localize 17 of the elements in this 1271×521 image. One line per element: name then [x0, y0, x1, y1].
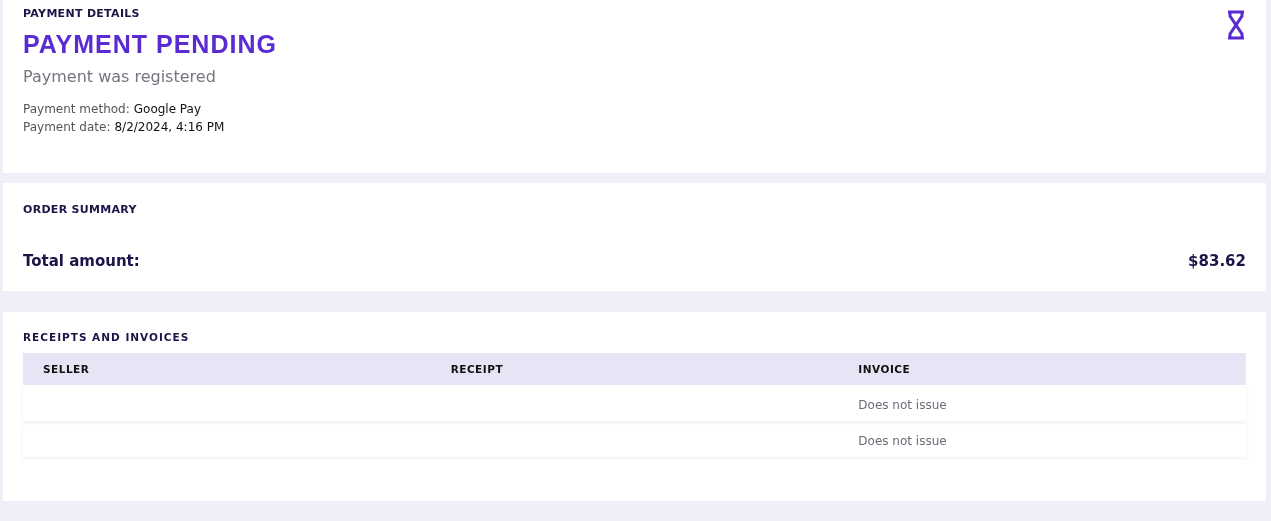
payment-status: PAYMENT PENDING	[23, 30, 277, 59]
table-cell: Does not issue	[858, 397, 947, 412]
field-label: Payment method:	[23, 102, 130, 116]
total-label: Total amount:	[23, 252, 140, 270]
field-value: Google Pay	[133, 102, 202, 116]
field-label: Payment date:	[23, 120, 111, 134]
section-heading: PAYMENT DETAILS	[23, 7, 141, 20]
column-header: SELLER	[43, 363, 90, 375]
field-value: 8/2/2024, 4:16 PM	[114, 120, 225, 134]
section-heading: ORDER SUMMARY	[23, 203, 138, 216]
status-message: Payment was registered	[23, 67, 217, 86]
total-value: $83.62	[1188, 252, 1246, 270]
table-cell: Does not issue	[858, 433, 947, 448]
hourglass-icon	[1226, 10, 1246, 40]
column-header: INVOICE	[858, 363, 911, 375]
section-heading: RECEIPTS AND INVOICES	[23, 331, 191, 343]
column-header: RECEIPT	[450, 363, 504, 375]
